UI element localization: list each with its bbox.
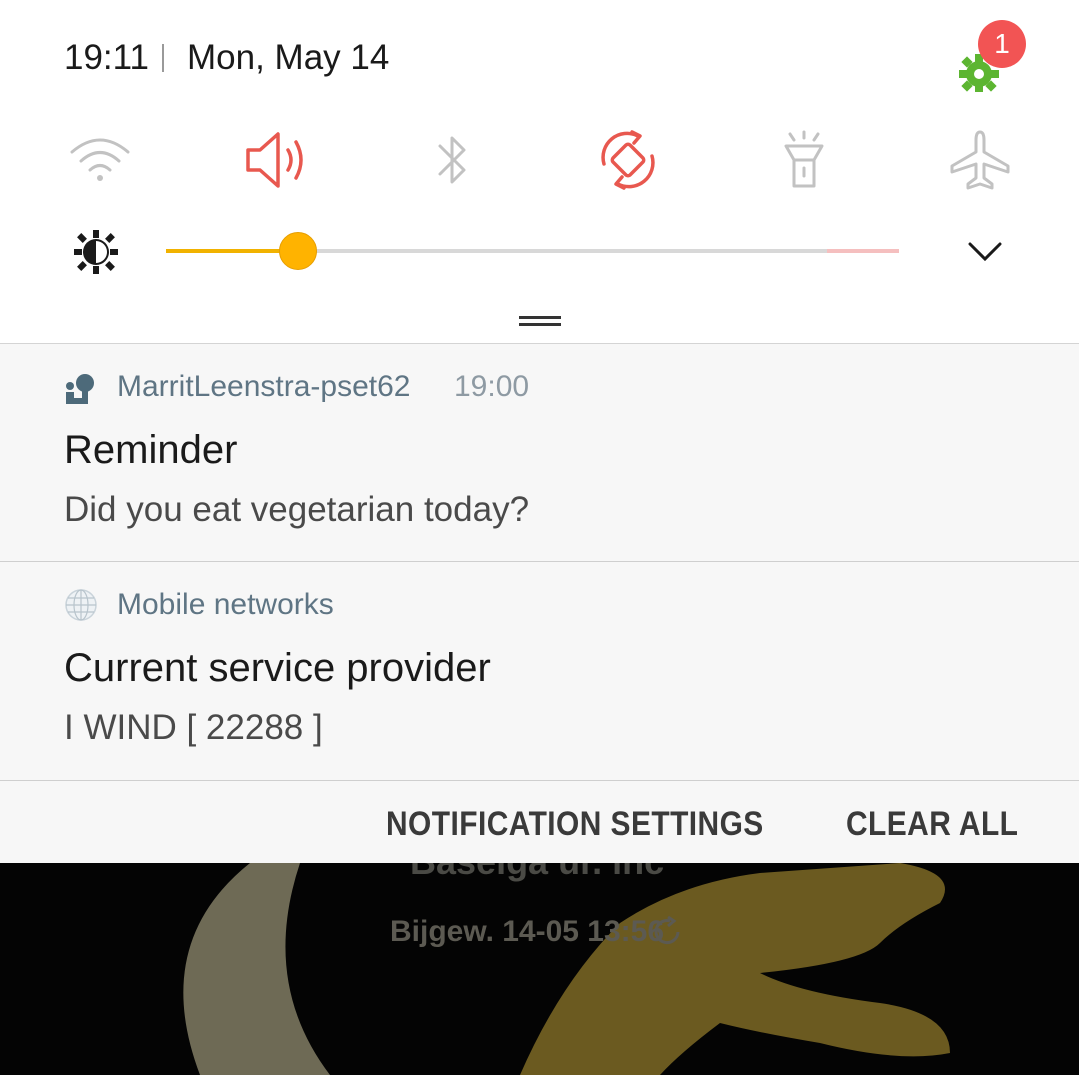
wifi-toggle[interactable] bbox=[68, 128, 132, 192]
app-person-icon bbox=[64, 372, 98, 406]
notification-actions-bar: NOTIFICATION SETTINGS CLEAR ALL bbox=[0, 781, 1079, 863]
auto-rotate-icon bbox=[601, 130, 655, 190]
airplane-mode-toggle[interactable] bbox=[948, 128, 1012, 192]
brightness-high-zone bbox=[827, 249, 899, 253]
wallpaper-updated-text: Bijgew. 14-05 13:56 bbox=[390, 915, 665, 948]
bluetooth-toggle[interactable] bbox=[420, 128, 484, 192]
sound-icon bbox=[246, 132, 303, 188]
airplane-mode-icon bbox=[950, 130, 1010, 190]
brightness-icon bbox=[74, 230, 118, 274]
app-name: MarritLeenstra-pset62 bbox=[117, 370, 411, 403]
wallpaper: Baseiga ur. inc Bijgew. 14-05 13:56 bbox=[0, 863, 1079, 1075]
clock: 19:11 bbox=[64, 38, 149, 77]
sound-toggle[interactable] bbox=[244, 128, 308, 192]
date[interactable]: Mon, May 14 bbox=[187, 38, 389, 78]
notification-settings-button[interactable]: NOTIFICATION SETTINGS bbox=[386, 805, 764, 844]
auto-rotate-toggle[interactable] bbox=[596, 128, 660, 192]
divider bbox=[162, 44, 164, 72]
expand-button[interactable] bbox=[964, 236, 1006, 268]
chevron-down-icon bbox=[968, 242, 1002, 262]
brightness-slider-thumb[interactable] bbox=[278, 232, 317, 270]
globe-icon bbox=[64, 588, 98, 622]
wallpaper-figure bbox=[183, 863, 950, 1075]
notification-time: 19:00 bbox=[454, 370, 530, 403]
wifi-icon bbox=[70, 138, 130, 181]
notification-card[interactable]: Mobile networks Current service provider… bbox=[0, 562, 1079, 781]
app-name: Mobile networks bbox=[117, 588, 334, 621]
notification-badge: 1 bbox=[978, 20, 1026, 68]
notification-title: Reminder bbox=[64, 428, 238, 472]
notification-card[interactable]: MarritLeenstra-pset62 19:00 Reminder Did… bbox=[0, 344, 1079, 562]
wallpaper-title-text: Baseiga ur. inc bbox=[410, 863, 664, 883]
notification-body: I WIND [ 22288 ] bbox=[64, 708, 323, 747]
notification-body: Did you eat vegetarian today? bbox=[64, 490, 530, 529]
notification-title: Current service provider bbox=[64, 646, 491, 690]
drag-handle[interactable] bbox=[519, 316, 561, 326]
quick-panel: 19:11 Mon, May 14 1 bbox=[0, 0, 1079, 344]
refresh-icon bbox=[654, 915, 680, 945]
flashlight-toggle[interactable] bbox=[772, 128, 836, 192]
clear-all-button[interactable]: CLEAR ALL bbox=[846, 805, 1018, 844]
bluetooth-icon bbox=[438, 136, 466, 184]
flashlight-icon bbox=[784, 130, 824, 188]
